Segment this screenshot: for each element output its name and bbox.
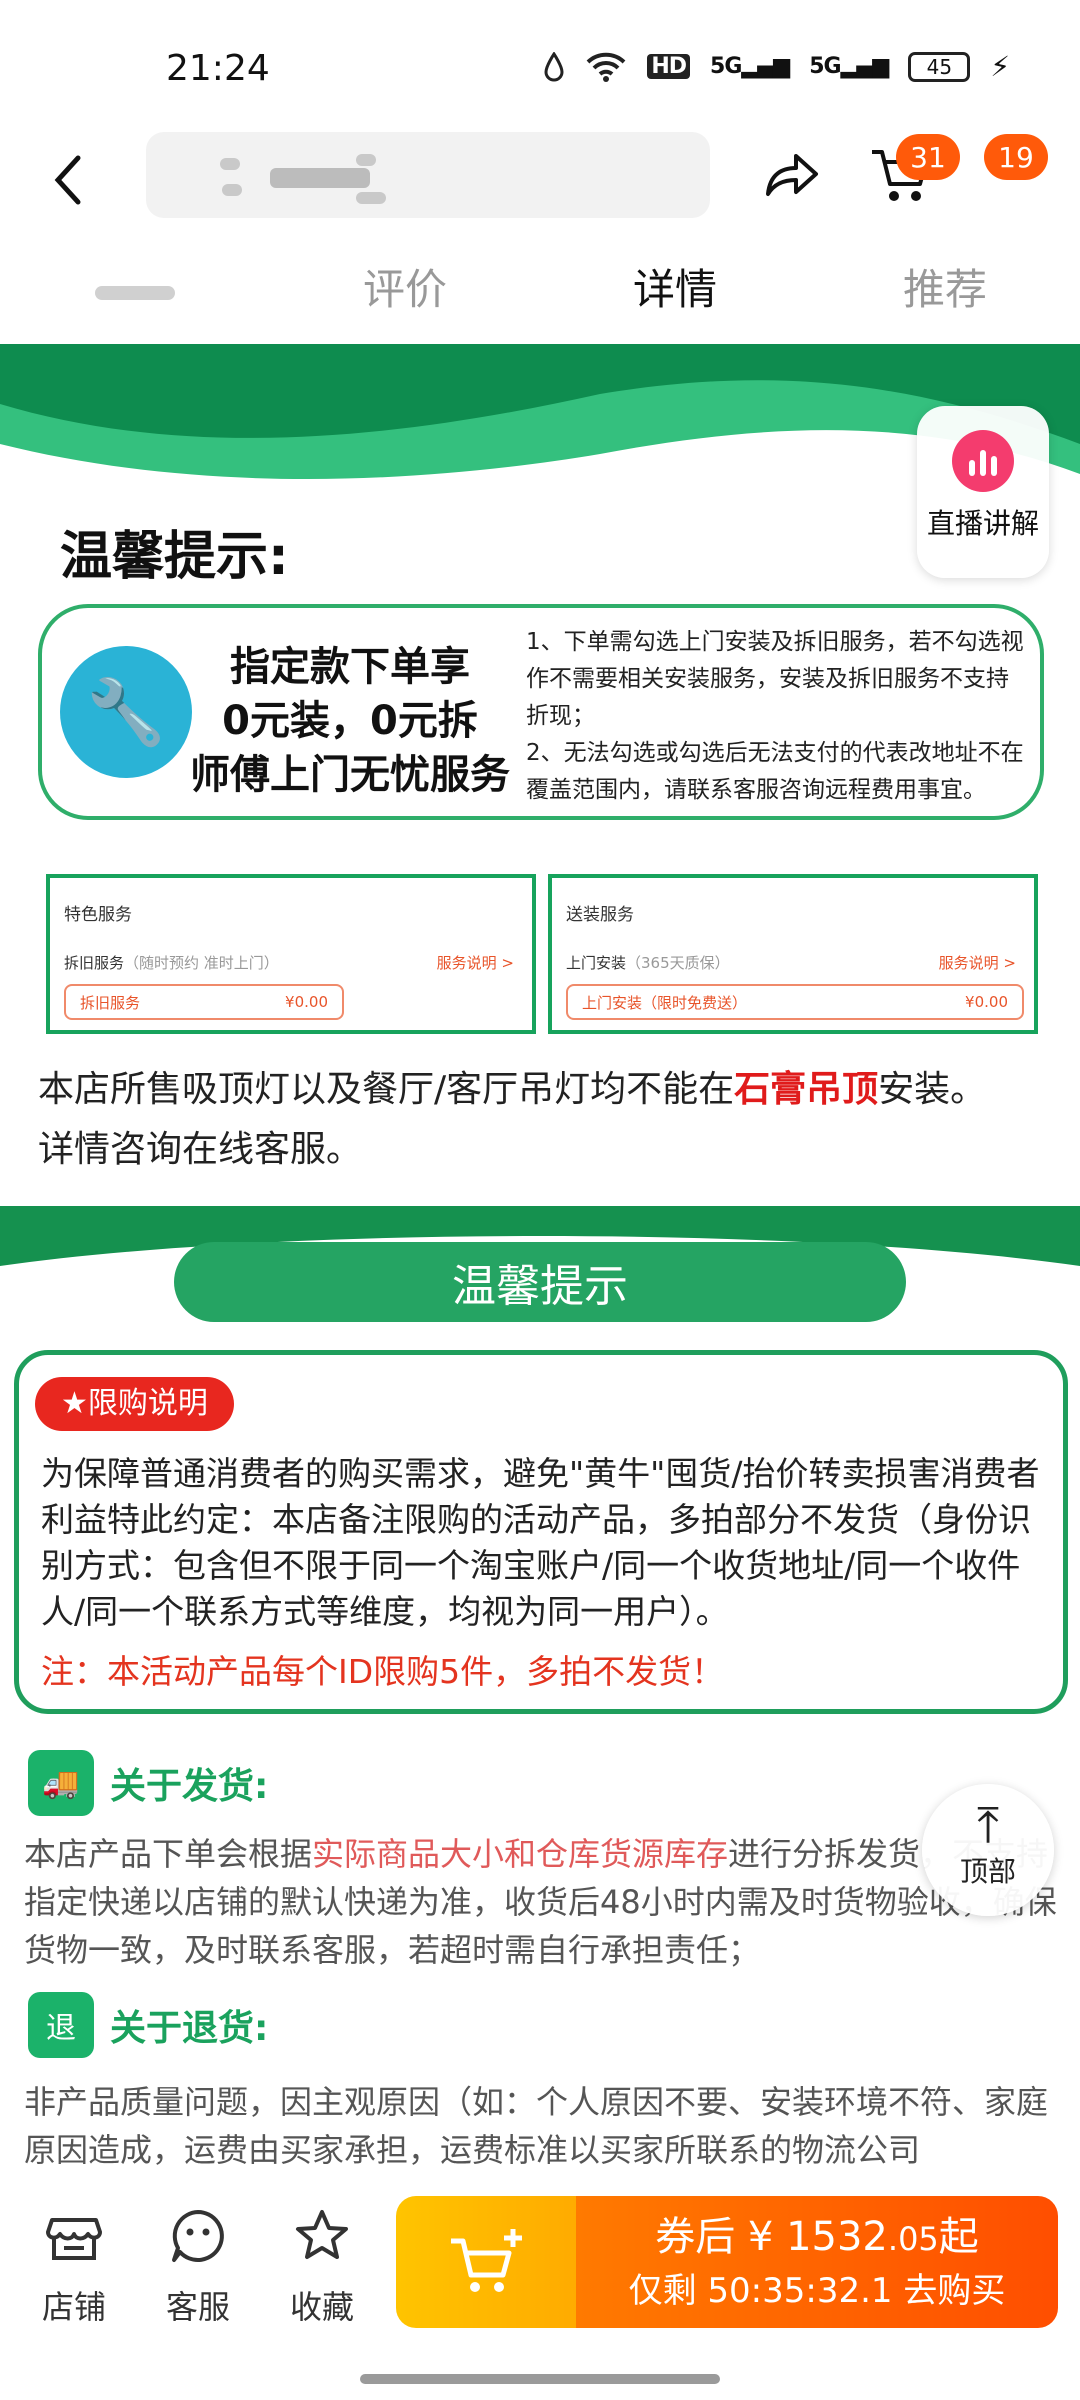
star-icon xyxy=(296,2210,348,2259)
back-to-top-label: 顶部 xyxy=(959,1855,1016,1888)
delivery-service-box: 送装服务 上门安装（365天质保） 服务说明 > 上门安装（限时免费送） ¥0.0… xyxy=(548,874,1038,1034)
option-title: 特色服务 xyxy=(64,905,132,925)
status-time: 21:24 xyxy=(166,48,270,89)
option-pill: 拆旧服务 ¥0.00 xyxy=(64,984,344,1020)
share-icon[interactable] xyxy=(760,144,822,206)
wifi-icon xyxy=(586,52,626,82)
hd-icon: HD xyxy=(647,54,691,79)
live-bars-icon xyxy=(952,430,1014,492)
service-face-icon xyxy=(172,2210,224,2262)
install-notice: 本店所售吸顶灯以及餐厅/客厅吊灯均不能在石膏吊顶安装。 详情咨询在线客服。 xyxy=(38,1069,987,1170)
service-card: 🔧 指定款下单享 0元装，0元拆 师傅上门无忧服务 1、下单需勾选上门安装及拆旧… xyxy=(38,604,1044,820)
countdown-timer: 仅剩 50:35:32.1 去购买 xyxy=(628,2271,1006,2311)
tab-recommend[interactable]: 推荐 xyxy=(810,240,1080,340)
option-line: 拆旧服务（随时预约 准时上门） xyxy=(64,954,279,972)
shop-button[interactable]: 店铺 xyxy=(24,2206,124,2328)
search-bar[interactable] xyxy=(146,132,710,218)
tab-blurred[interactable] xyxy=(0,240,270,340)
service-note: 2、无法勾选或勾选后无法支付的代表改地址不在覆盖范围内，请联系客服咨询远程费用事… xyxy=(526,740,1024,803)
purchase-limit-box: ★限购说明 为保障普通消费者的购买需求，避免"黄牛"囤货/抬价转卖损害消费者利益… xyxy=(14,1350,1068,1714)
favorite-button[interactable]: 收藏 xyxy=(272,2206,372,2328)
return-text: 非产品质量问题，因主观原因（如：个人原因不要、安装环境不符、家庭原因造成，运费由… xyxy=(24,2083,1049,2169)
signal-5g-icon-2: 5G▂▄▆ xyxy=(809,54,889,79)
battery-icon: 45 xyxy=(908,51,971,82)
store-icon xyxy=(46,2218,102,2260)
top-nav: 31 19 xyxy=(0,120,1080,240)
warm-tip-pill: 温馨提示 xyxy=(174,1242,906,1322)
buy-now-button[interactable]: 券后 ¥ 1532.05起 仅剩 50:35:32.1 去购买 xyxy=(396,2196,1058,2328)
tab-details[interactable]: 详情 xyxy=(540,240,810,340)
dnd-drop-icon xyxy=(544,51,564,81)
status-icons: HD 5G▂▄▆ 5G▂▄▆ 45 ⚡ xyxy=(543,50,1010,83)
arrow-up-icon: ⤒ xyxy=(976,1796,1000,1854)
special-service-box: 特色服务 拆旧服务（随时预约 准时上门） 服务说明 > 拆旧服务 ¥0.00 xyxy=(46,874,536,1034)
blurred-text xyxy=(356,154,376,166)
service-desc-link: 服务说明 > xyxy=(938,954,1016,972)
back-to-top-button[interactable]: ⤒ 顶部 xyxy=(922,1784,1054,1916)
service-headline: 指定款下单享 0元装，0元拆 师傅上门无忧服务 xyxy=(150,640,550,802)
headline-line: 0元装，0元拆 xyxy=(222,698,478,744)
add-to-cart-button[interactable] xyxy=(396,2196,576,2328)
option-title: 送装服务 xyxy=(566,905,634,925)
coupon-price: 券后 ¥ 1532.05起 xyxy=(655,2214,979,2260)
shipping-heading: 🚚 关于发货: xyxy=(28,1750,268,1816)
live-explain-label: 直播讲解 xyxy=(926,507,1039,540)
option-pill: 上门安装（限时免费送） ¥0.00 xyxy=(566,984,1024,1020)
add-cart-icon xyxy=(451,2229,522,2292)
limit-text: 为保障普通消费者的购买需求，避免"黄牛"囤货/抬价转卖损害消费者利益特此约定：本… xyxy=(41,1454,1040,1631)
headline-line: 师傅上门无忧服务 xyxy=(190,752,510,798)
limit-tag: ★限购说明 xyxy=(35,1377,234,1431)
limit-note: 注：本活动产品每个ID限购5件，多拍不发货！ xyxy=(41,1652,725,1691)
blurred-tab-label xyxy=(95,285,175,300)
return-heading: 退 关于退货: xyxy=(28,1992,268,2058)
signal-5g-icon: 5G▂▄▆ xyxy=(710,54,790,79)
shipping-title: 关于发货: xyxy=(110,1766,269,1807)
chevron-left-icon[interactable] xyxy=(48,150,88,210)
service-label: 客服 xyxy=(165,2288,230,2326)
blurred-text xyxy=(222,184,242,196)
service-desc-link: 服务说明 > xyxy=(436,954,514,972)
shipping-text: 本店产品下单会根据实际商品大小和仓库货源库存进行分拆发货，不支持指定快递以店铺的… xyxy=(24,1835,1057,1969)
blurred-text xyxy=(356,192,386,204)
bottom-action-bar: 店铺 客服 收藏 券后 ¥ 1532.05起 仅剩 50:35:32.1 去购买 xyxy=(0,2174,1080,2400)
service-notes: 1、下单需勾选上门安装及拆旧服务，若不勾选视作不需要相关安装服务，安装及拆旧服务… xyxy=(526,624,1026,809)
blurred-text xyxy=(220,158,240,170)
return-title: 关于退货: xyxy=(110,2008,269,2049)
cart-count-badge: 31 xyxy=(896,134,960,180)
headline-line: 指定款下单享 xyxy=(230,644,470,690)
detail-content: 温馨提示: 直播讲解 🔧 指定款下单享 0元装，0元拆 师傅上门无忧服务 1、下… xyxy=(0,344,1080,2174)
home-indicator[interactable] xyxy=(360,2374,720,2384)
live-explain-button[interactable]: 直播讲解 xyxy=(917,406,1049,578)
service-note: 1、下单需勾选上门安装及拆旧服务，若不勾选视作不需要相关安装服务，安装及拆旧服务… xyxy=(526,629,1024,729)
truck-icon: 🚚 xyxy=(28,1750,94,1816)
return-icon: 退 xyxy=(28,1992,94,2058)
tab-reviews[interactable]: 评价 xyxy=(270,240,540,340)
warm-tip-title: 温馨提示: xyxy=(60,527,289,587)
blurred-text xyxy=(270,168,370,188)
shop-label: 店铺 xyxy=(41,2288,106,2326)
more-count-badge[interactable]: 19 xyxy=(984,134,1048,180)
buy-now-label: 券后 ¥ 1532.05起 仅剩 50:35:32.1 去购买 xyxy=(576,2196,1058,2328)
customer-service-button[interactable]: 客服 xyxy=(148,2206,248,2328)
favorite-label: 收藏 xyxy=(289,2288,354,2326)
option-line: 上门安装（365天质保） xyxy=(566,954,730,972)
status-bar: 21:24 HD 5G▂▄▆ 5G▂▄▆ 45 ⚡ xyxy=(0,0,1080,120)
charging-icon: ⚡ xyxy=(990,50,1010,83)
detail-tabs: 评价 详情 推荐 xyxy=(0,240,1080,340)
